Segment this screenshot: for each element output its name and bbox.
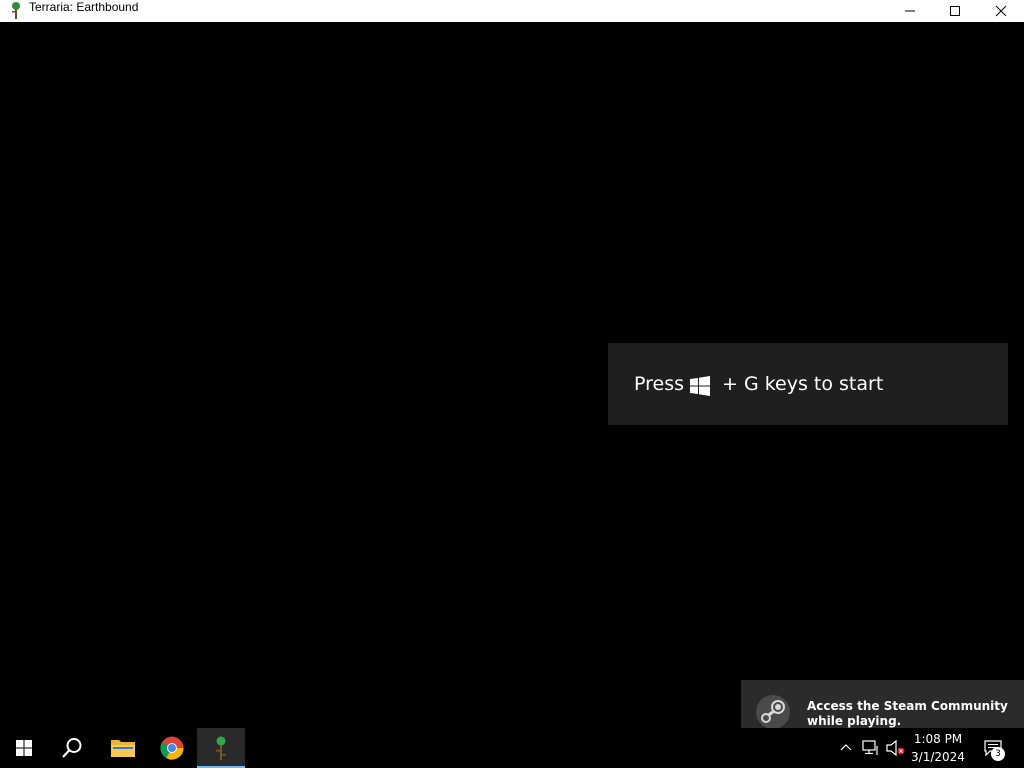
clock-time: 1:08 PM	[913, 732, 963, 746]
terraria-tree-icon	[12, 2, 20, 19]
close-button[interactable]	[978, 0, 1024, 22]
minimize-button[interactable]	[887, 0, 933, 22]
search-icon	[62, 738, 82, 758]
steam-notification[interactable]: Access the Steam Community while playing…	[741, 680, 1024, 728]
steam-icon	[756, 695, 790, 728]
notification-count-badge: 3	[991, 747, 1005, 761]
chrome-button[interactable]	[148, 728, 196, 768]
folder-icon	[111, 740, 135, 757]
start-button[interactable]	[0, 728, 48, 768]
network-icon[interactable]	[862, 740, 880, 756]
window-title: Terraria: Earthbound	[29, 0, 139, 14]
maximize-button[interactable]	[932, 0, 978, 22]
window-titlebar: Terraria: Earthbound	[0, 0, 1024, 22]
chevron-up-icon[interactable]	[840, 742, 852, 752]
clock-date: 3/1/2024	[911, 750, 965, 764]
file-explorer-button[interactable]	[98, 728, 146, 768]
windows-logo-icon	[16, 740, 32, 756]
system-clock[interactable]: 1:08 PM 3/1/2024	[906, 730, 970, 766]
terraria-tree-icon	[216, 736, 226, 760]
steam-notification-text: Access the Steam Community while playing…	[807, 699, 1008, 728]
search-button[interactable]	[48, 728, 96, 768]
toast-suffix: + G keys to start	[722, 373, 884, 395]
terraria-taskbar-button[interactable]	[197, 728, 245, 768]
windows-logo-icon	[690, 376, 710, 396]
minimize-icon	[905, 10, 915, 12]
game-bar-toast: Press + G keys to start	[608, 343, 1008, 425]
toast-prefix: Press	[634, 373, 685, 395]
chrome-icon	[160, 736, 184, 760]
close-icon	[995, 5, 1007, 17]
maximize-icon	[950, 6, 960, 16]
volume-muted-icon[interactable]	[886, 740, 906, 756]
